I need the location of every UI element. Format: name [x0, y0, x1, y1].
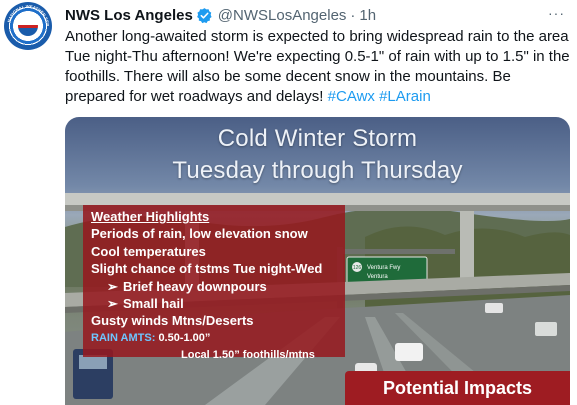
tweet-body: Another long-awaited storm is expected t… — [65, 27, 570, 107]
graphic-headline-1: Cold Winter Storm — [217, 125, 418, 152]
rain-amounts-local: Local 1.50” foothills/mtns — [181, 349, 315, 362]
avatar-emblem — [18, 16, 38, 36]
rain-amounts-row: RAIN AMTS: 0.50-1.00” — [91, 330, 337, 347]
road-sign-line-1: Ventura Fwy — [367, 265, 400, 271]
highlight-item: Cool temperatures — [91, 243, 206, 259]
tweet-body-text: Another long-awaited storm is expected t… — [65, 28, 570, 105]
weather-highlights-box: Weather Highlights Periods of rain, low … — [83, 205, 345, 361]
rain-amounts-value: 0.50-1.00” — [158, 331, 211, 344]
hashtag-cawx[interactable]: #CAwx — [328, 88, 375, 105]
display-name[interactable]: NWS Los Angeles — [65, 7, 193, 24]
tweet-media-image[interactable]: 126 Ventura Fwy Ventura Cold Winter Stor… — [65, 117, 570, 405]
highlights-title: Weather Highlights — [91, 209, 210, 224]
highlight-sub-item: ➢ Brief heavy downpours — [91, 278, 337, 295]
arrow-bullet-icon: ➢ — [107, 296, 118, 312]
rain-amounts-label: RAIN AMTS: — [91, 331, 156, 344]
arrow-bullet-icon: ➢ — [107, 278, 118, 294]
sub-item-label: Small hail — [123, 296, 184, 312]
hashtag-larain[interactable]: #LArain — [379, 88, 431, 105]
separator-dot: · — [350, 6, 356, 24]
verified-badge-icon — [196, 7, 212, 23]
road-sign-route: 126 — [353, 265, 362, 271]
potential-impacts-banner: Potential Impacts — [345, 371, 570, 405]
more-options-icon[interactable]: ··· — [548, 5, 565, 21]
highlight-item: Periods of rain, low elevation snow — [91, 226, 308, 242]
user-handle[interactable]: @NWSLosAngeles — [218, 7, 347, 24]
highlight-sub-item: ➢ Small hail — [91, 295, 337, 312]
road-sign-line-2: Ventura — [367, 274, 388, 280]
tweet-timestamp[interactable]: 1h — [359, 7, 376, 24]
graphic-headline-2: Tuesday through Thursday — [172, 157, 463, 184]
highlight-item: Gusty winds Mtns/Deserts — [91, 313, 254, 329]
tweet-header: NWS Los Angeles @NWSLosAngeles · 1h — [65, 5, 376, 25]
sub-item-label: Brief heavy downpours — [123, 278, 267, 294]
highlight-item: Slight chance of tstms Tue night-Wed — [91, 261, 323, 277]
tweet-avatar[interactable]: NATIONAL WEATHER SERVICE — [4, 2, 52, 50]
